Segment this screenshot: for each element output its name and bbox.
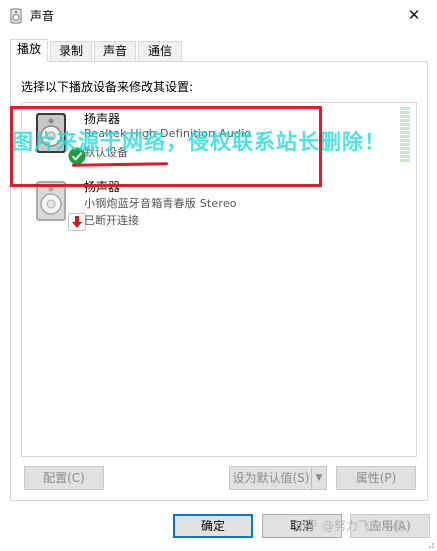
- ok-button[interactable]: 确定: [173, 514, 253, 538]
- device-description: 小钢炮蓝牙音箱青春版 Stereo: [84, 197, 237, 210]
- window-title: 声音: [30, 9, 55, 23]
- tab-communications[interactable]: 通信: [138, 41, 182, 61]
- device-name: 扬声器: [84, 112, 121, 126]
- close-icon: ✕: [407, 6, 421, 24]
- instruction-text: 选择以下播放设备来修改其设置:: [21, 80, 194, 94]
- properties-button[interactable]: 属性(P): [336, 466, 416, 490]
- title-bar: 声音 ✕: [0, 0, 437, 31]
- tab-playback[interactable]: 播放: [10, 39, 48, 62]
- configure-button[interactable]: 配置(C): [24, 466, 104, 490]
- tab-sounds[interactable]: 声音: [94, 41, 136, 61]
- chevron-down-icon[interactable]: ▼: [311, 466, 327, 490]
- device-status: 已断开连接: [84, 214, 139, 227]
- device-item-bluetooth[interactable]: 扬声器 小钢炮蓝牙音箱青春版 Stereo 已断开连接: [22, 171, 416, 235]
- device-name: 扬声器: [84, 180, 121, 194]
- close-button[interactable]: ✕: [391, 0, 437, 31]
- source-credit: 知乎 @努力飞的小鱼: [294, 519, 406, 533]
- volume-meter: [400, 107, 410, 163]
- tab-recording[interactable]: 录制: [50, 41, 92, 61]
- resize-grip-icon[interactable]: [425, 539, 435, 549]
- speaker-icon: [10, 8, 22, 24]
- watermark-text: 图片来源于网络，侵权联系站长删除！: [12, 130, 386, 154]
- set-default-button[interactable]: 设为默认值(S): [229, 466, 313, 490]
